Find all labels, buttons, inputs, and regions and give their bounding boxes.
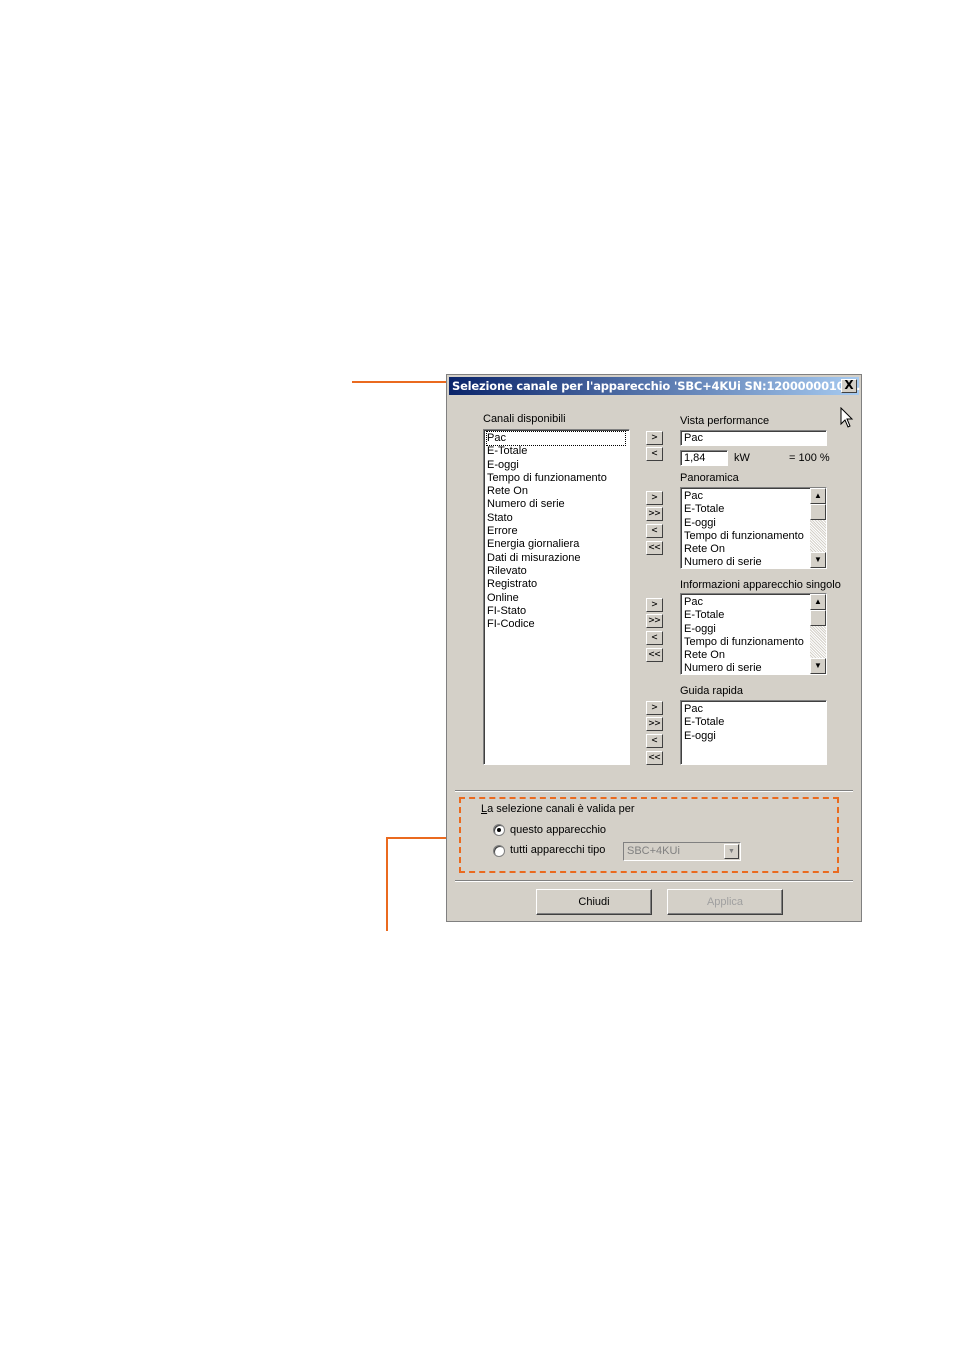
list-item[interactable]: Errore [487,525,625,538]
overview-list[interactable]: Pac E-Totale E-oggi Tempo di funzionamento R… [680,487,827,569]
list-item[interactable]: E-oggi [684,730,724,743]
list-item[interactable]: E-Totale [684,609,804,622]
performance-unit: kW [734,452,750,464]
list-item[interactable]: E-Totale [684,716,724,729]
list-item[interactable]: Numero di serie [684,662,804,674]
channel-selection-dialog: Selezione canale per l'apparecchio 'SBC+… [446,374,862,922]
scroll-thumb[interactable] [810,504,826,520]
close-icon[interactable]: X [841,379,857,393]
list-item[interactable]: Registrato [487,578,625,591]
scroll-down-icon[interactable]: ▼ [810,552,826,568]
callout-line-title [352,381,446,383]
list-item[interactable]: FI-Stato [487,605,625,618]
performance-percent: = 100 % [789,452,830,464]
window-title: Selezione canale per l'apparecchio 'SBC+… [452,379,861,393]
list-item[interactable]: Numero di serie [487,498,625,511]
quick-add-button[interactable]: > [646,701,663,715]
overview-remove-all-button[interactable]: << [646,541,663,555]
single-scrollbar[interactable]: ▲ ▼ [810,594,826,674]
list-item[interactable]: Rete On [684,543,804,556]
performance-add-button[interactable]: > [646,431,663,445]
list-item[interactable]: Online [487,592,625,605]
list-item[interactable]: Rete On [487,485,625,498]
validity-label-text: a selezione canali è valida per [487,803,635,815]
single-add-button[interactable]: > [646,598,663,612]
list-item[interactable]: Pac [684,490,804,503]
radio-all-devices-label[interactable]: tutti apparecchi tipo [510,844,605,856]
radio-selected-dot [497,828,501,832]
list-item[interactable]: E-Totale [684,503,804,516]
available-channels-list[interactable]: Pac E-Totale E-oggi Tempo di funzionamento R… [483,429,630,765]
list-item[interactable]: Pac [486,430,626,447]
close-button[interactable]: Chiudi [536,889,652,915]
list-item[interactable]: Pac [684,596,804,609]
overview-label: Panoramica [680,472,739,484]
separator [455,790,853,792]
list-item[interactable]: Rilevato [487,565,625,578]
overview-remove-button[interactable]: < [646,524,663,538]
quick-remove-button[interactable]: < [646,734,663,748]
available-channels-label: Canali disponibili [483,413,566,425]
quick-remove-all-button[interactable]: << [646,751,663,765]
single-device-label: Informazioni apparecchio singolo [680,579,841,591]
quick-guide-label: Guida rapida [680,685,743,697]
performance-remove-button[interactable]: < [646,447,663,461]
title-bar[interactable]: Selezione canale per l'apparecchio 'SBC+… [449,377,861,395]
list-item[interactable]: E-oggi [684,623,804,636]
single-remove-button[interactable]: < [646,631,663,645]
quick-add-all-button[interactable]: >> [646,717,663,731]
performance-view-label: Vista performance [680,415,770,427]
single-device-list[interactable]: Pac E-Totale E-oggi Tempo di funzionamento R… [680,593,827,675]
overview-scrollbar[interactable]: ▲ ▼ [810,488,826,568]
list-item[interactable]: E-oggi [487,459,625,472]
device-type-select[interactable]: SBC+4KUi ▼ [623,842,741,861]
mouse-pointer-icon [840,407,854,428]
radio-this-device-label[interactable]: questo apparecchio [510,824,606,836]
separator-bottom [455,880,853,882]
list-item[interactable]: E-oggi [684,517,804,530]
device-type-value: SBC+4KUi [627,845,680,857]
list-item[interactable]: Pac [684,703,724,716]
apply-button[interactable]: Applica [667,889,783,915]
performance-value-field[interactable]: 1,84 [680,450,728,466]
list-item[interactable]: Rete On [684,649,804,662]
list-item[interactable]: Dati di misurazione [487,552,625,565]
scroll-thumb[interactable] [810,610,826,626]
quick-guide-list[interactable]: Pac E-Totale E-oggi [680,700,827,765]
single-remove-all-button[interactable]: << [646,648,663,662]
list-item[interactable]: Tempo di funzionamento [487,472,625,485]
scroll-up-icon[interactable]: ▲ [810,488,826,504]
list-item[interactable]: Tempo di funzionamento [684,636,804,649]
validity-label: La selezione canali è valida per [481,803,635,815]
list-item[interactable]: Numero di serie [684,556,804,568]
list-item[interactable]: Energia giornaliera [487,538,625,551]
chevron-down-icon[interactable]: ▼ [724,844,739,859]
scroll-down-icon[interactable]: ▼ [810,658,826,674]
list-item[interactable]: Tempo di funzionamento [684,530,804,543]
radio-all-devices[interactable] [493,845,505,857]
list-item[interactable]: FI-Codice [487,618,625,631]
list-item[interactable]: Stato [487,512,625,525]
single-add-all-button[interactable]: >> [646,614,663,628]
callout-line-validity-v [386,837,388,931]
list-item[interactable]: E-Totale [487,445,625,458]
scroll-up-icon[interactable]: ▲ [810,594,826,610]
overview-add-button[interactable]: > [646,491,663,505]
overview-add-all-button[interactable]: >> [646,507,663,521]
radio-this-device[interactable] [493,824,505,836]
performance-channel-field[interactable]: Pac [680,430,827,446]
